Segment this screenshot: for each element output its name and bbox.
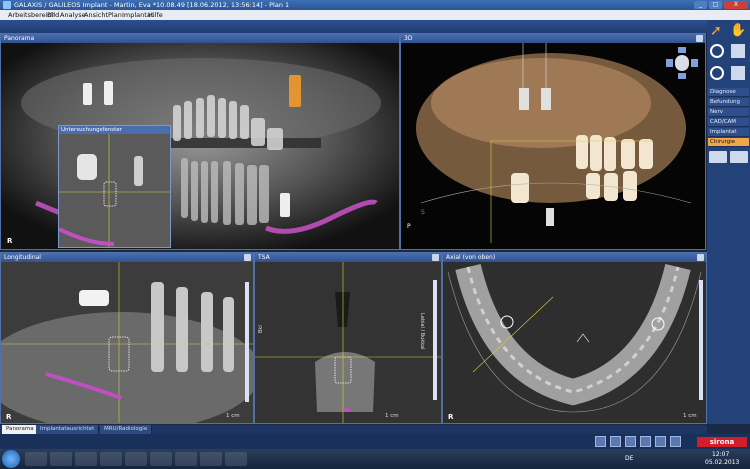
longitudinal-image[interactable] <box>1 262 253 423</box>
window-title: GALAXIS / GALILEOS Implant - Martin, Eva… <box>14 1 290 9</box>
axis-p-label: P <box>407 223 411 230</box>
taskbar-app-generic-icon[interactable] <box>225 452 247 466</box>
longitudinal-corner-label: R <box>6 413 12 421</box>
clock-time[interactable]: 12:07 <box>712 451 729 458</box>
taskbar-app-media-icon[interactable] <box>75 452 97 466</box>
menu-hilfe[interactable]: Hilfe <box>148 11 163 19</box>
panorama-title: Panorama <box>4 35 35 42</box>
tsa-title: TSA <box>258 254 270 261</box>
inset-image[interactable] <box>58 134 170 247</box>
view3d-title: 3D <box>404 35 413 42</box>
right-sidebar: ➚ ✋ Diagnose Befundung Nerv CAD/CAM Impl… <box>707 20 750 424</box>
hand-tool-icon[interactable]: ✋ <box>730 23 746 39</box>
sidebar-diagnose[interactable]: Diagnose <box>708 88 749 97</box>
grid-icon[interactable] <box>610 436 621 447</box>
app-icon <box>3 1 11 9</box>
measure-icon[interactable] <box>625 436 636 447</box>
taskbar: DE 12:07 05.02.2013 <box>0 449 750 469</box>
axial-scale: 1 cm <box>683 413 697 419</box>
sidebar-nerv[interactable]: Nerv <box>708 108 749 117</box>
tsa-header: TSA <box>255 253 441 262</box>
longitudinal-header: Longitudinal <box>1 253 253 262</box>
taskbar-app-galileos-icon[interactable] <box>100 452 122 466</box>
menu-ansicht[interactable]: Ansicht <box>84 11 108 19</box>
tab-panorama[interactable]: Panorama <box>2 425 39 434</box>
axial-corner-label: R <box>448 413 454 421</box>
tab-implantatausrichtet[interactable]: Implantatausrichtet <box>36 425 100 434</box>
inset-window[interactable]: Untersuchungsfenster <box>58 125 171 248</box>
taskbar-app-firefox-icon[interactable] <box>200 452 222 466</box>
axial-panel[interactable]: Axial (von oben) 1 cm R <box>442 252 707 424</box>
panorama-panel[interactable]: Panorama R Untersuchungsfenster <box>0 33 400 250</box>
pointer-tool-icon[interactable]: ➚ <box>710 23 726 39</box>
view3d-panel[interactable]: 3D S P <box>400 33 706 250</box>
taskbar-app-ie-icon[interactable] <box>25 452 47 466</box>
toolbar <box>0 20 750 33</box>
taskbar-app-tooth-icon[interactable] <box>125 452 147 466</box>
tsa-left-label: Bkl <box>258 325 264 333</box>
panorama-corner-label: R <box>7 237 13 245</box>
axial-header: Axial (von oben) <box>443 253 706 262</box>
sidebar-implantat[interactable]: Implantat <box>708 128 749 137</box>
panorama-header: Panorama <box>1 34 399 43</box>
print-icon[interactable] <box>655 436 666 447</box>
sidebar-befundung[interactable]: Befundung <box>708 98 749 107</box>
longitudinal-close-icon[interactable] <box>244 254 251 261</box>
tsa-close-icon[interactable] <box>432 254 439 261</box>
taskbar-app-x-icon[interactable] <box>175 452 197 466</box>
longitudinal-title: Longitudinal <box>4 254 41 261</box>
bottom-tabs: Panorama Implantatausrichtet MRU/Radiolo… <box>0 425 707 434</box>
view3d-render[interactable] <box>401 43 705 249</box>
export-icon[interactable] <box>730 151 748 163</box>
taskbar-app-explorer-icon[interactable] <box>50 452 72 466</box>
view3d-close-icon[interactable] <box>696 35 703 42</box>
menu-plan[interactable]: Plan <box>108 11 122 19</box>
zoom-out-icon[interactable] <box>710 66 724 80</box>
taskbar-app-sidexis-icon[interactable] <box>150 452 172 466</box>
longitudinal-scale: 1 cm <box>226 413 240 419</box>
clock-date[interactable]: 05.02.2013 <box>705 459 739 466</box>
sidebar-chirurgie[interactable]: Chirurgie <box>708 138 749 147</box>
layout-icon[interactable] <box>595 436 606 447</box>
axial-image[interactable] <box>443 262 706 423</box>
window-icon[interactable] <box>731 44 745 58</box>
view3d-header: 3D <box>401 34 705 43</box>
inset-title: Untersuchungsfenster <box>59 126 170 134</box>
tsa-image[interactable] <box>255 262 441 423</box>
overlay-icon[interactable] <box>640 436 651 447</box>
zoom-in-icon[interactable] <box>710 44 724 58</box>
language-indicator[interactable]: DE <box>625 455 633 462</box>
longitudinal-panel[interactable]: Longitudinal 1 cm R <box>0 252 254 424</box>
minimize-button[interactable]: _ <box>694 1 707 9</box>
tsa-right-label: Labial / Bukkal <box>419 313 425 350</box>
orientation-cube-icon[interactable] <box>664 46 700 80</box>
tsa-panel[interactable]: TSA Bkl Labial / Bukkal 1 cm <box>254 252 442 424</box>
status-row <box>0 434 750 449</box>
axis-s-label: S <box>421 209 425 216</box>
menu-bild[interactable]: Bild <box>47 11 59 19</box>
menu-bar: Arbeitsbereich Bild Analyse Ansicht Plan… <box>0 10 750 20</box>
tsa-scale: 1 cm <box>385 413 399 419</box>
reset-view-icon[interactable] <box>731 66 745 80</box>
axial-title: Axial (von oben) <box>446 254 496 261</box>
tab-mru-radiologie[interactable]: MRU/Radiologie <box>100 425 153 434</box>
close-button[interactable]: X <box>724 1 748 9</box>
settings-icon[interactable] <box>670 436 681 447</box>
axial-close-icon[interactable] <box>697 254 704 261</box>
start-button[interactable] <box>2 450 20 468</box>
maximize-button[interactable]: □ <box>709 1 722 9</box>
brand-logo: sirona <box>697 437 747 447</box>
title-bar: GALAXIS / GALILEOS Implant - Martin, Eva… <box>0 0 750 10</box>
menu-analyse[interactable]: Analyse <box>60 11 86 19</box>
keyboard-icon[interactable] <box>709 151 727 163</box>
sidebar-cadcam[interactable]: CAD/CAM <box>708 118 749 127</box>
